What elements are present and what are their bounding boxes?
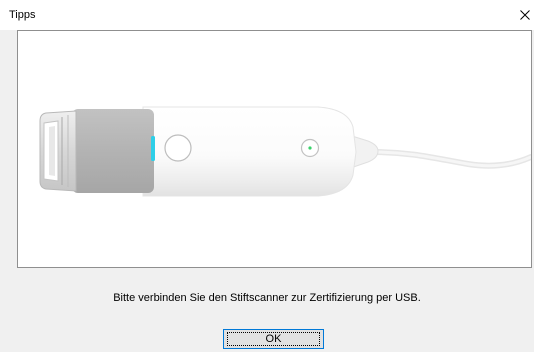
window-title: Tipps [9, 9, 36, 21]
close-button[interactable] [516, 2, 534, 28]
scan-button [164, 134, 192, 162]
instruction-message: Bitte verbinden Sie den Stiftscanner zur… [113, 292, 421, 304]
pen-scanner-illustration [39, 106, 531, 197]
title-bar[interactable]: Tipps [0, 0, 534, 30]
scanner-illustration-frame [17, 30, 532, 268]
close-icon [520, 10, 530, 20]
ok-button[interactable]: OK [223, 329, 324, 349]
status-led [151, 136, 155, 161]
tips-dialog: Tipps Bitte verbinden Sie den Stiftscann… [0, 0, 534, 352]
scanner-grip [72, 109, 154, 193]
ok-button-label: OK [227, 332, 320, 346]
